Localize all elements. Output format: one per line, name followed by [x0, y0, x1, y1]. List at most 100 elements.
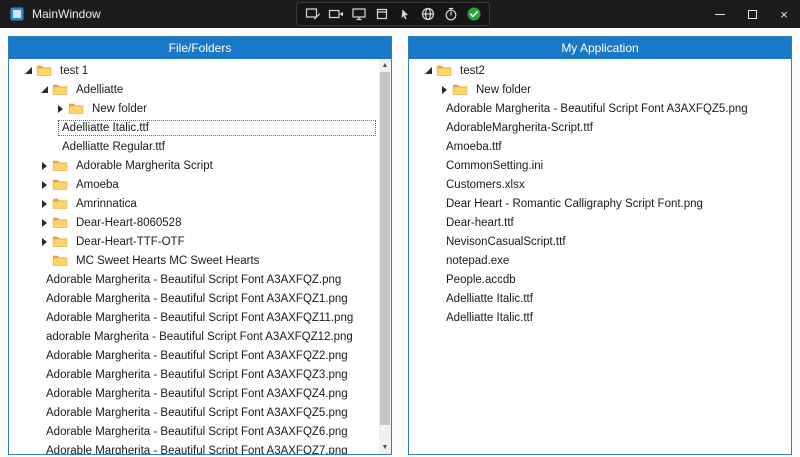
folder-icon: [52, 197, 68, 210]
tree-item-file[interactable]: Adorable Margherita - Beautiful Script F…: [9, 365, 378, 384]
tree-item-file[interactable]: Adorable Margherita - Beautiful Script F…: [409, 99, 791, 118]
tree-item-label: Amoeba.ttf: [442, 139, 789, 155]
minimize-button[interactable]: [704, 0, 736, 28]
file-folders-panel: File/Folders test 1Adelliatte New folder A…: [8, 36, 392, 455]
tree-item-folder[interactable]: Dear-Heart-TTF-OTF: [9, 232, 378, 251]
close-icon: ×: [780, 8, 788, 21]
tree-item-label: AdorableMargherita-Script.ttf: [442, 120, 789, 136]
tree-item-file[interactable]: People.accdb: [409, 270, 791, 289]
left-tree-scrollbar[interactable]: ▲ ▼: [379, 59, 391, 454]
tree-item-file[interactable]: Adorable Margherita - Beautiful Script F…: [9, 403, 378, 422]
tree-collapsed-icon[interactable]: [36, 158, 52, 174]
tree-item-label: Adorable Margherita - Beautiful Script F…: [42, 405, 376, 421]
tree-item-label: Dear-heart.ttf: [442, 215, 789, 231]
tree-expanded-icon[interactable]: [36, 82, 52, 98]
folder-icon: [52, 216, 68, 229]
tree-item-folder[interactable]: Dear-Heart-8060528: [9, 213, 378, 232]
tree-item-folder[interactable]: test2: [409, 61, 791, 80]
tree-item-label: Amrinnatica: [72, 196, 141, 212]
tree-item-file[interactable]: Adorable Margherita - Beautiful Script F…: [9, 384, 378, 403]
tree-item-file[interactable]: Amoeba.ttf: [409, 137, 791, 156]
tree-item-label: New folder: [88, 101, 151, 117]
tree-item-file[interactable]: Adorable Margherita - Beautiful Script F…: [9, 289, 378, 308]
my-application-panel: My Application test2New folder Adorable M…: [408, 36, 792, 455]
tree-item-file[interactable]: Dear Heart - Romantic Calligraphy Script…: [409, 194, 791, 213]
tree-item-file[interactable]: NevisonCasualScript.ttf: [409, 232, 791, 251]
screen-annotate-icon[interactable]: [302, 4, 323, 24]
tree-item-label: Adorable Margherita - Beautiful Script F…: [42, 386, 376, 402]
tree-item-file[interactable]: Adorable Margherita - Beautiful Script F…: [9, 422, 378, 441]
tree-collapsed-icon[interactable]: [52, 101, 68, 117]
video-record-icon[interactable]: [325, 4, 346, 24]
tree-item-file[interactable]: CommonSetting.ini: [409, 156, 791, 175]
scrollbar-thumb[interactable]: [380, 72, 390, 425]
window-title: MainWindow: [32, 7, 101, 21]
tree-collapsed-icon[interactable]: [36, 234, 52, 250]
tree-item-label: Adorable Margherita - Beautiful Script F…: [442, 101, 789, 117]
capture-toolbar: [296, 2, 490, 26]
folder-icon: [452, 83, 468, 96]
titlebar: MainWindow ×: [0, 0, 800, 28]
tree-item-file[interactable]: Adorable Margherita - Beautiful Script F…: [9, 441, 378, 454]
maximize-icon: [748, 10, 757, 19]
tree-collapsed-icon[interactable]: [36, 196, 52, 212]
folder-icon: [52, 159, 68, 172]
tree-item-label: test 1: [56, 63, 92, 79]
tree-item-label: NevisonCasualScript.ttf: [442, 234, 789, 250]
tree-item-folder[interactable]: Amoeba: [9, 175, 378, 194]
scrollbar-down-button[interactable]: ▼: [379, 441, 391, 454]
tree-expanded-icon[interactable]: [420, 63, 436, 79]
tree-item-label: Adelliatte Italic.ttf: [442, 291, 789, 307]
tree-item-label: Adelliatte Italic.ttf: [58, 120, 376, 136]
monitor-cursor-icon[interactable]: [348, 4, 369, 24]
tree-item-folder[interactable]: New folder: [409, 80, 791, 99]
tree-item-folder[interactable]: test 1: [9, 61, 378, 80]
tree-item-folder[interactable]: Adorable Margherita Script: [9, 156, 378, 175]
tree-item-file[interactable]: Adorable Margherita - Beautiful Script F…: [9, 270, 378, 289]
tree-item-file[interactable]: Dear-heart.ttf: [409, 213, 791, 232]
left-panel-header: File/Folders: [9, 37, 391, 59]
maximize-button[interactable]: [736, 0, 768, 28]
tree-item-file[interactable]: Adelliatte Italic.ttf: [409, 308, 791, 327]
tree-item-file[interactable]: Adorable Margherita - Beautiful Script F…: [9, 346, 378, 365]
minimize-icon: [715, 14, 725, 15]
tree-item-folder[interactable]: Amrinnatica: [9, 194, 378, 213]
tree-item-label: Adelliatte Regular.ttf: [58, 139, 376, 155]
tree-item-file[interactable]: adorable Margherita - Beautiful Script F…: [9, 327, 378, 346]
tree-item-file[interactable]: notepad.exe: [409, 251, 791, 270]
cursor-capture-icon[interactable]: [394, 4, 415, 24]
tree-collapsed-icon[interactable]: [36, 215, 52, 231]
tree-item-file[interactable]: Adelliatte Italic.ttf: [409, 289, 791, 308]
tree-item-label: test2: [456, 63, 489, 79]
tree-item-folder[interactable]: New folder: [9, 99, 378, 118]
scrollbar-up-button[interactable]: ▲: [379, 59, 391, 72]
tree-expanded-icon[interactable]: [20, 63, 36, 79]
folder-icon: [68, 102, 84, 115]
tree-item-label: Dear Heart - Romantic Calligraphy Script…: [442, 196, 789, 212]
my-application-tree: test2New folder Adorable Margherita - Bea…: [409, 59, 791, 454]
tree-item-file[interactable]: Adelliatte Italic.ttf: [9, 118, 378, 137]
tree-item-label: People.accdb: [442, 272, 789, 288]
tree-collapsed-icon[interactable]: [36, 177, 52, 193]
window-capture-icon[interactable]: [371, 4, 392, 24]
right-panel-header: My Application: [409, 37, 791, 59]
tree-item-file[interactable]: AdorableMargherita-Script.ttf: [409, 118, 791, 137]
tree-item-label: Customers.xlsx: [442, 177, 789, 193]
folder-icon: [52, 178, 68, 191]
tree-item-label: CommonSetting.ini: [442, 158, 789, 174]
tree-item-label: Adorable Margherita - Beautiful Script F…: [42, 310, 376, 326]
tree-item-file[interactable]: Customers.xlsx: [409, 175, 791, 194]
tree-item-file[interactable]: Adorable Margherita - Beautiful Script F…: [9, 308, 378, 327]
close-button[interactable]: ×: [768, 0, 800, 28]
success-check-icon[interactable]: [463, 4, 484, 24]
tree-item-folder[interactable]: MC Sweet Hearts MC Sweet Hearts: [9, 251, 378, 270]
tree-item-file[interactable]: Adelliatte Regular.ttf: [9, 137, 378, 156]
tree-item-label: Dear-Heart-8060528: [72, 215, 185, 231]
folder-icon: [52, 254, 68, 267]
tree-item-folder[interactable]: Adelliatte: [9, 80, 378, 99]
timer-icon[interactable]: [440, 4, 461, 24]
content-area: File/Folders test 1Adelliatte New folder A…: [0, 28, 800, 457]
tree-collapsed-icon[interactable]: [436, 82, 452, 98]
globe-icon[interactable]: [417, 4, 438, 24]
tree-item-label: Adelliatte Italic.ttf: [442, 310, 789, 326]
